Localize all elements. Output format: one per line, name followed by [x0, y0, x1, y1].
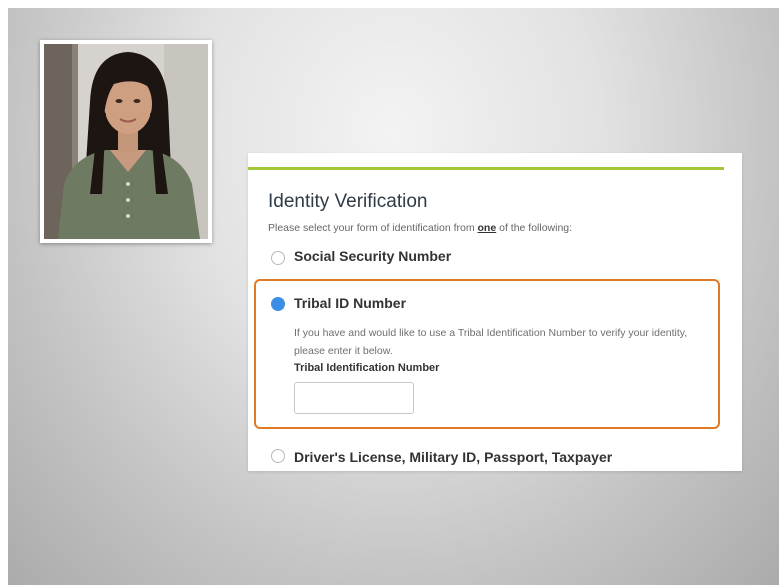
accent-bar — [248, 167, 724, 170]
form-instruction: Please select your form of identificatio… — [268, 222, 572, 234]
form-title: Identity Verification — [268, 191, 428, 212]
tribal-id-field-label: Tribal Identification Number — [294, 362, 440, 374]
identity-verification-card: Identity Verification Please select your… — [248, 153, 742, 471]
radio-social-security[interactable] — [271, 251, 285, 265]
tribal-id-input[interactable] — [294, 382, 414, 414]
radio-drivers-license[interactable] — [271, 449, 285, 463]
radio-tribal-id[interactable] — [271, 297, 285, 311]
option-label-social-security[interactable]: Social Security Number — [294, 248, 451, 264]
option-label-drivers-license[interactable]: Driver's License, Military ID, Passport,… — [294, 446, 674, 471]
option-label-tribal-id[interactable]: Tribal ID Number — [294, 295, 406, 311]
slide-background: Identity Verification Please select your… — [8, 8, 779, 585]
presenter-frame — [40, 40, 212, 243]
tribal-id-help-text: If you have and would like to use a Trib… — [294, 327, 688, 357]
instruction-before: Please select your form of identificatio… — [268, 222, 478, 234]
instruction-emphasis: one — [477, 222, 497, 234]
instruction-after: of the following: — [496, 222, 573, 234]
presenter-photo — [44, 44, 208, 239]
